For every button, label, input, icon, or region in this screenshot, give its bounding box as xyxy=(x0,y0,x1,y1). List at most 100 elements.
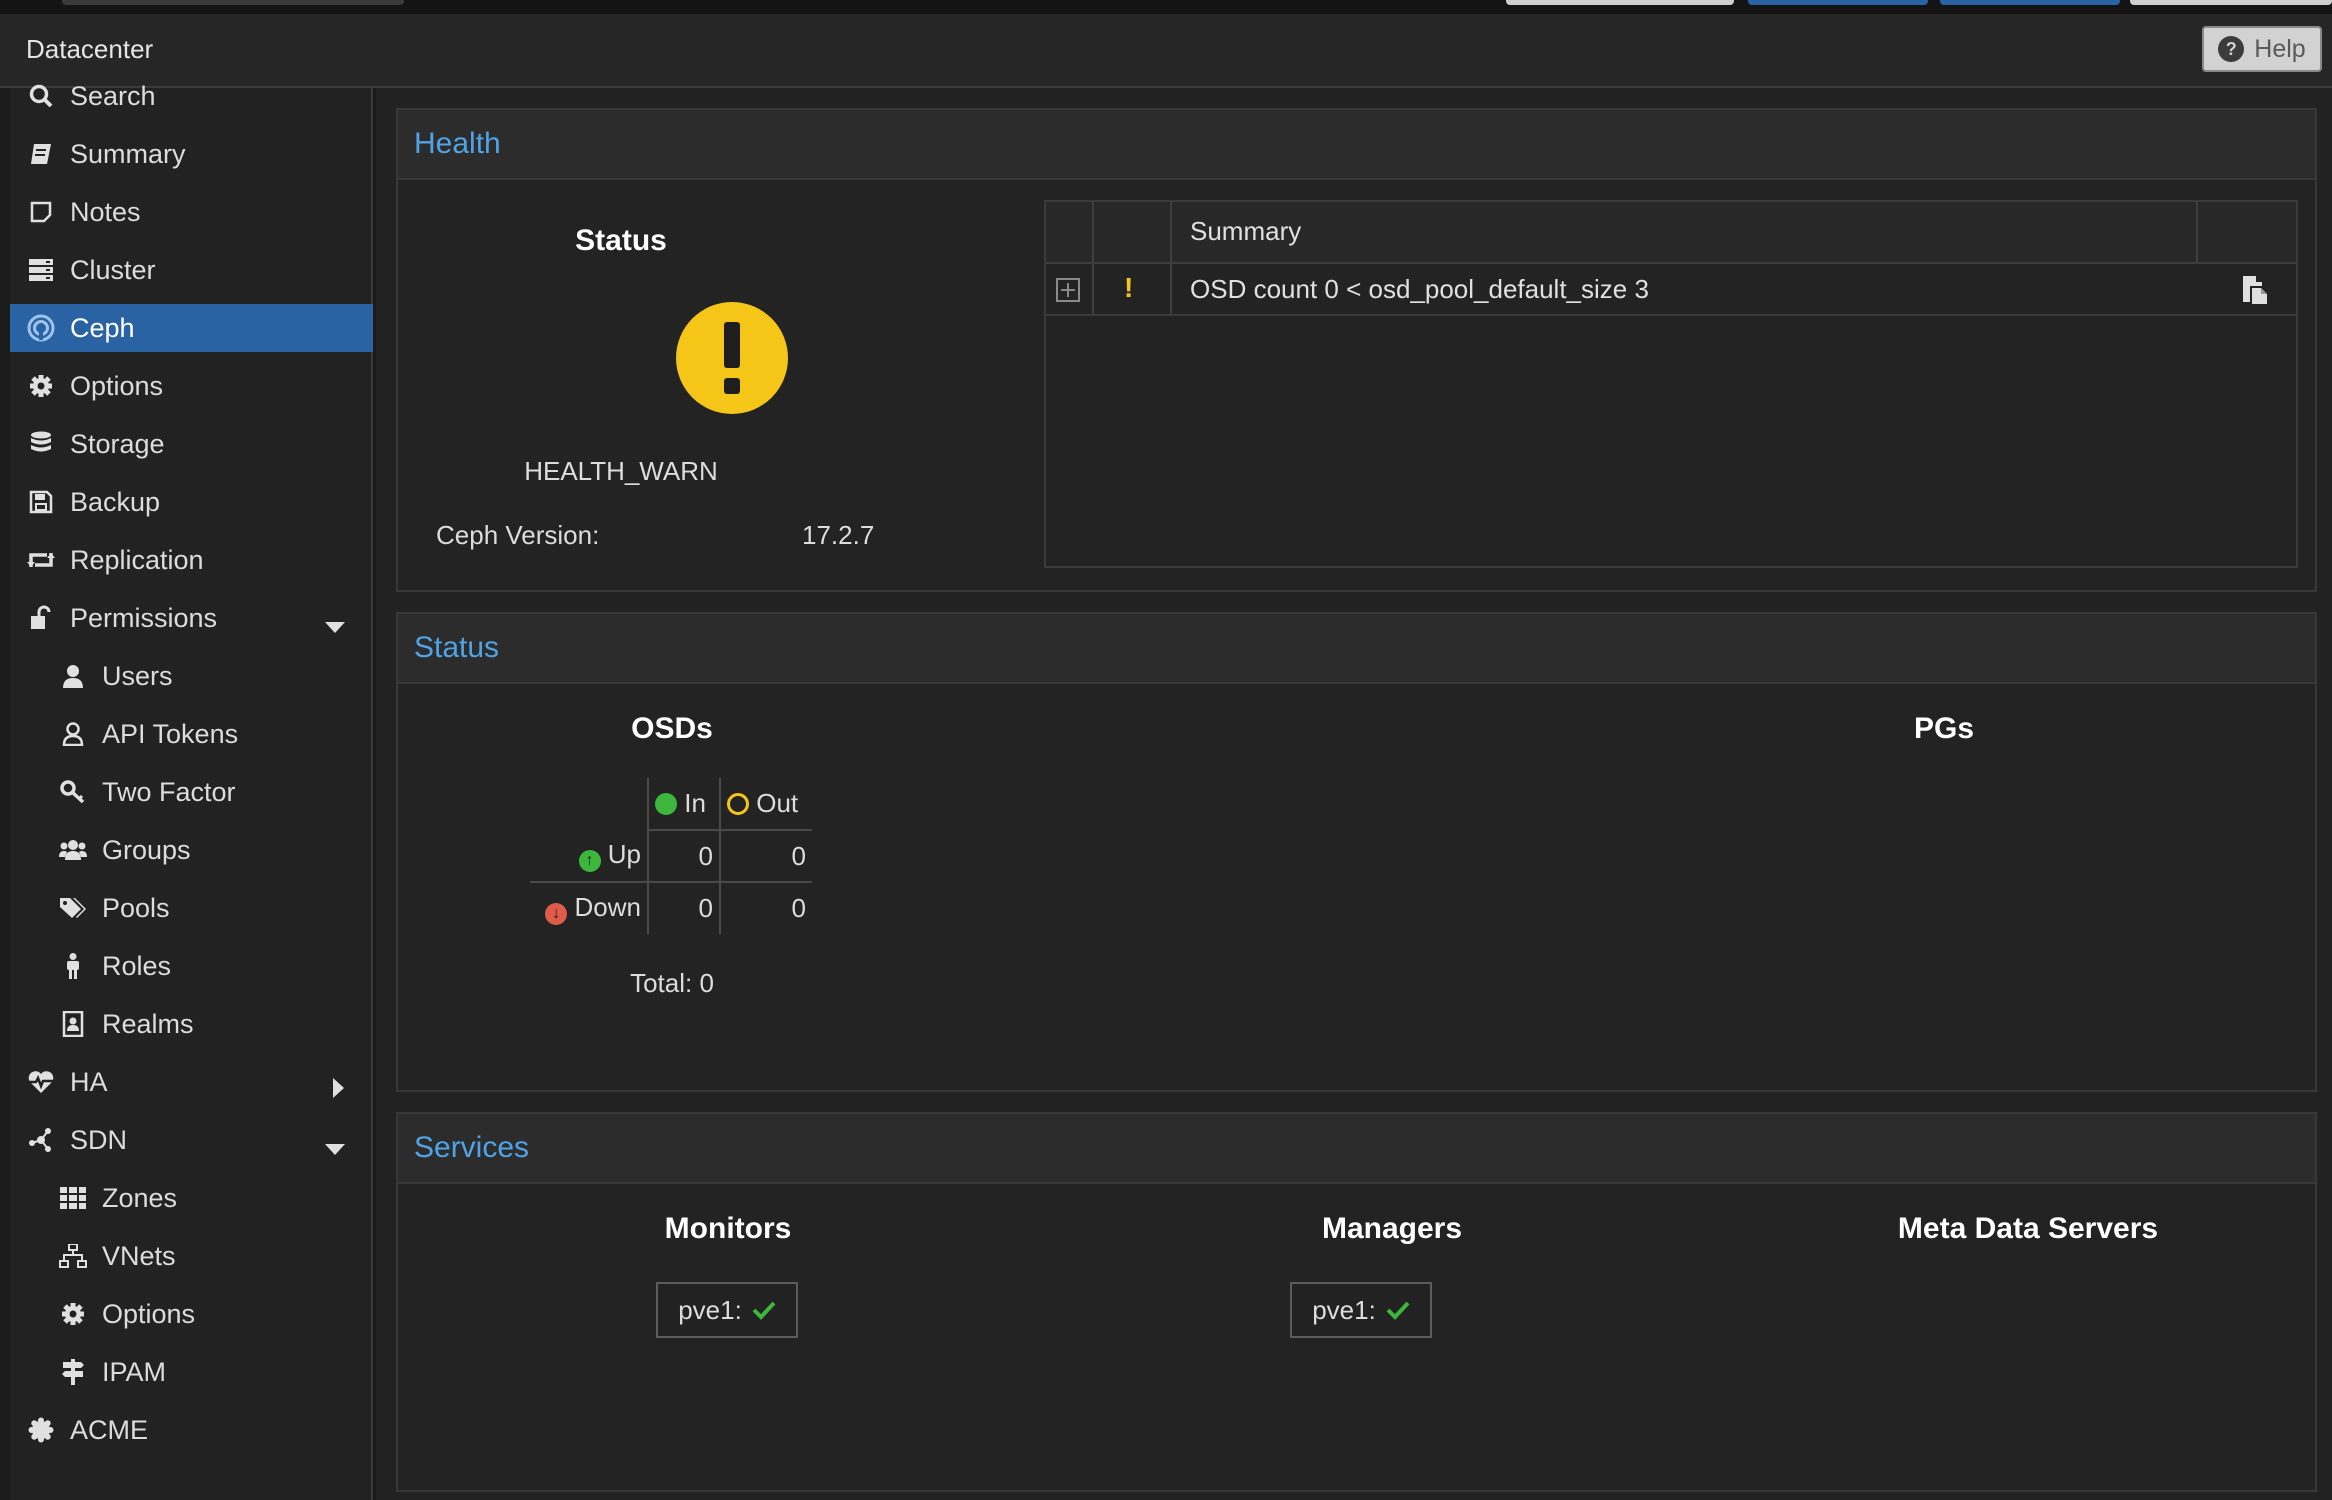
sidebar-item-summary[interactable]: Summary xyxy=(10,130,373,178)
sidebar-item-label: Realms xyxy=(102,1008,194,1039)
top-search-bar-edge[interactable] xyxy=(62,0,404,5)
help-button[interactable]: ? Help xyxy=(2202,26,2322,72)
warning-icon xyxy=(676,302,788,414)
sidebar-item-ha[interactable]: HA xyxy=(10,1058,373,1106)
chevron-down-icon[interactable] xyxy=(325,610,345,641)
check-icon xyxy=(1386,1301,1410,1320)
health-panel-body: Status HEALTH_WARN Ceph Version: 17.2.7 … xyxy=(398,180,2315,590)
osd-down-out-value: 0 xyxy=(719,882,812,934)
user-outline-icon xyxy=(58,719,88,749)
top-strip xyxy=(0,0,2332,14)
chevron-down-icon[interactable] xyxy=(325,1132,345,1163)
sidebar-item-label: Backup xyxy=(70,486,161,517)
osd-total: Total: 0 xyxy=(630,968,714,998)
unlock-icon xyxy=(26,603,56,633)
sidebar-item-options[interactable]: Options xyxy=(10,1290,373,1338)
status-panel-header: Status xyxy=(398,614,2315,684)
sidebar-item-ipam[interactable]: IPAM xyxy=(10,1348,373,1396)
sidebar-item-api-tokens[interactable]: API Tokens xyxy=(10,710,373,758)
monitor-service-box[interactable]: pve1: xyxy=(656,1282,798,1338)
managers-title: Managers xyxy=(1321,1212,1463,1245)
sidebar-item-label: Pools xyxy=(102,892,170,923)
sidebar-item-ceph[interactable]: Ceph xyxy=(10,304,373,352)
sidebar-item-label: Cluster xyxy=(70,254,156,285)
sidebar-item-label: Options xyxy=(70,370,164,401)
sidebar-item-groups[interactable]: Groups xyxy=(10,826,373,874)
status-panel-body: OSDs PGs In Out ↑ Up 0 0 ↓ Down 0 0 Tota… xyxy=(398,684,2315,1090)
sidebar-item-label: Roles xyxy=(102,950,172,981)
copy-icon[interactable] xyxy=(2240,274,2270,306)
sidebar-item-label: Replication xyxy=(70,544,204,575)
sidebar-item-vnets[interactable]: VNets xyxy=(10,1232,373,1280)
monitor-host: pve1: xyxy=(678,1294,742,1325)
sidebar-item-label: Notes xyxy=(70,196,141,227)
ceph-version-label: Ceph Version: xyxy=(436,520,600,550)
expand-row-icon[interactable] xyxy=(1056,278,1080,302)
sidebar-item-sdn[interactable]: SDN xyxy=(10,1116,373,1164)
retweet-icon xyxy=(26,545,56,575)
top-button-edge[interactable] xyxy=(1940,0,2120,5)
sidebar-item-options[interactable]: Options xyxy=(10,362,373,410)
user-icon xyxy=(58,661,88,691)
osd-down-label: Down xyxy=(574,892,641,922)
sidebar-item-label: Search xyxy=(70,80,156,111)
sidebar-item-label: Ceph xyxy=(70,312,135,343)
sidebar-item-acme[interactable]: ACME xyxy=(10,1406,373,1454)
main-content: Health Status HEALTH_WARN Ceph Version: … xyxy=(376,88,2332,1500)
health-summary-cell: OSD count 0 < osd_pool_default_size 3 xyxy=(1190,274,1649,304)
database-icon xyxy=(26,429,56,459)
sidebar-item-permissions[interactable]: Permissions xyxy=(10,594,373,642)
sidebar-item-two-factor[interactable]: Two Factor xyxy=(10,768,373,816)
osd-down-in-value: 0 xyxy=(647,882,720,934)
heartbeat-icon xyxy=(26,1067,56,1097)
sidebar-item-pools[interactable]: Pools xyxy=(10,884,373,932)
top-button-edge[interactable] xyxy=(1748,0,1928,5)
sidebar-item-storage[interactable]: Storage xyxy=(10,420,373,468)
health-grid: Summary ! OSD count 0 < osd_pool_default… xyxy=(1044,200,2298,568)
arrow-circle-up-icon: ↑ xyxy=(578,850,601,872)
manager-service-box[interactable]: pve1: xyxy=(1290,1282,1432,1338)
services-panel-header: Services xyxy=(398,1114,2315,1184)
sidebar-item-zones[interactable]: Zones xyxy=(10,1174,373,1222)
warning-severity-icon: ! xyxy=(1124,272,1134,303)
top-button-edge[interactable] xyxy=(1506,0,1734,5)
signpost-icon xyxy=(58,1357,88,1387)
health-panel-header: Health xyxy=(398,110,2315,180)
sidebar-item-backup[interactable]: Backup xyxy=(10,478,373,526)
gear-icon xyxy=(58,1299,88,1329)
osd-in-header: In xyxy=(684,788,706,818)
address-book-icon xyxy=(58,1009,88,1039)
sidebar-item-users[interactable]: Users xyxy=(10,652,373,700)
key-icon xyxy=(58,777,88,807)
monitors-title: Monitors xyxy=(664,1212,792,1245)
grid-icon xyxy=(58,1183,88,1213)
column-header-summary[interactable]: Summary xyxy=(1190,216,1301,247)
sidebar-item-search[interactable]: Search xyxy=(10,72,373,120)
sidebar-item-label: API Tokens xyxy=(102,718,239,749)
osd-in-icon xyxy=(655,793,677,815)
sidebar-item-replication[interactable]: Replication xyxy=(10,536,373,584)
sidebar-item-cluster[interactable]: Cluster xyxy=(10,246,373,294)
health-panel: Health Status HEALTH_WARN Ceph Version: … xyxy=(396,108,2317,592)
check-icon xyxy=(752,1301,776,1320)
health-panel-title: Health xyxy=(414,127,501,160)
sidebar-item-label: Storage xyxy=(70,428,165,459)
top-button-edge[interactable] xyxy=(2130,0,2332,5)
sidebar-item-notes[interactable]: Notes xyxy=(10,188,373,236)
osd-table: In Out ↑ Up 0 0 ↓ Down 0 0 xyxy=(530,778,812,934)
sidebar-item-label: HA xyxy=(70,1066,108,1097)
sidebar-item-roles[interactable]: Roles xyxy=(10,942,373,990)
table-row[interactable]: ! OSD count 0 < osd_pool_default_size 3 xyxy=(1046,264,2296,316)
sidebar-item-label: Permissions xyxy=(70,602,218,633)
osd-out-icon xyxy=(727,793,749,815)
chevron-right-icon[interactable] xyxy=(331,1074,345,1105)
osd-out-header: Out xyxy=(756,788,799,818)
help-button-label: Help xyxy=(2254,34,2306,63)
health-status-text: HEALTH_WARN xyxy=(524,456,718,486)
sidebar-item-realms[interactable]: Realms xyxy=(10,1000,373,1048)
ceph-version-value: 17.2.7 xyxy=(802,520,875,550)
sidebar-item-label: Groups xyxy=(102,834,191,865)
osds-title: OSDs xyxy=(631,712,713,745)
health-grid-header: Summary xyxy=(1046,202,2296,264)
osd-up-out-value: 0 xyxy=(719,830,812,883)
